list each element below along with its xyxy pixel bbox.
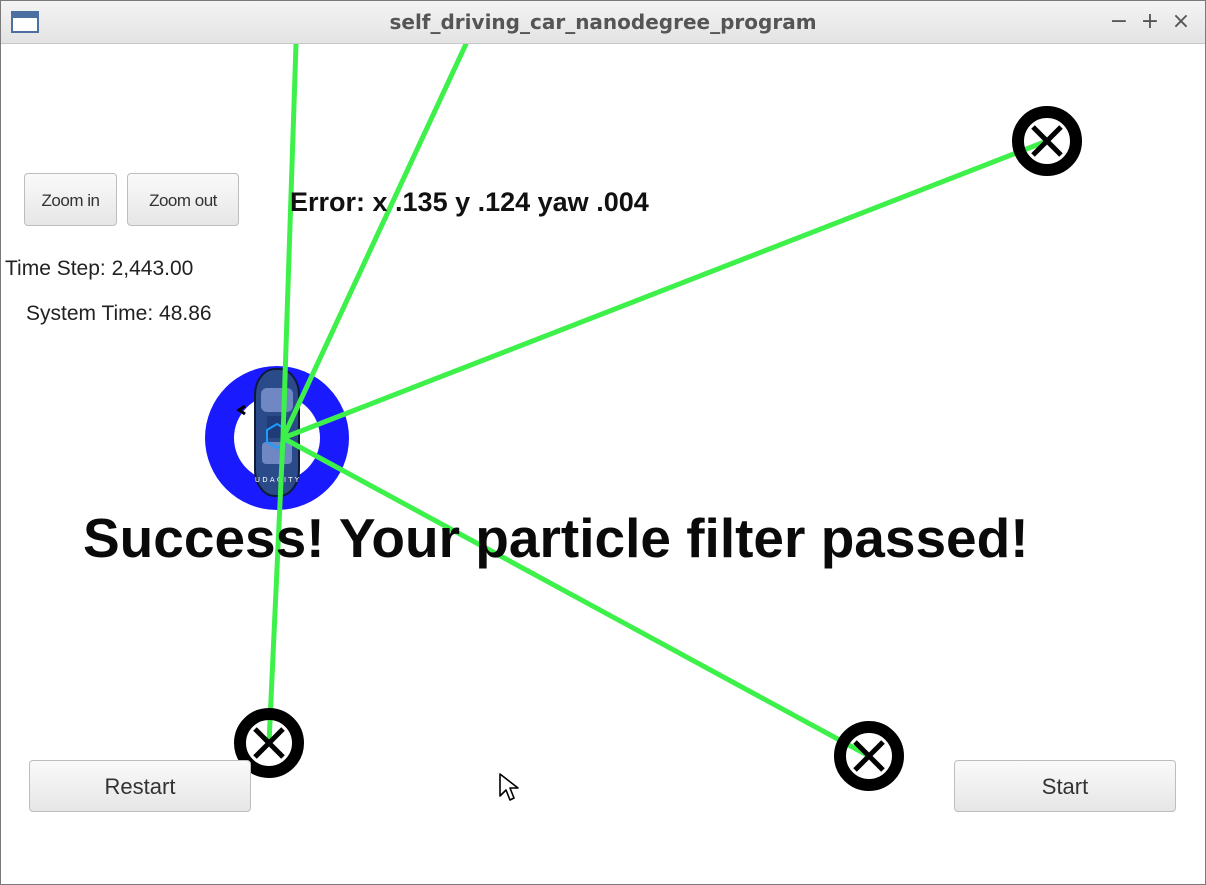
success-message: Success! Your particle filter passed!	[83, 507, 1029, 569]
start-button[interactable]: Start	[954, 760, 1176, 812]
map-view: U D A C I T Y	[205, 44, 1082, 791]
mouse-pointer-icon	[499, 773, 519, 801]
zoom-out-button[interactable]: Zoom out	[127, 173, 239, 226]
app-window: self_driving_car_nanodegree_program − + …	[0, 0, 1206, 885]
simulator-canvas: U D A C I T Y Zoom in Zoom out Time Step…	[1, 44, 1205, 884]
svg-text:U D A C I T Y: U D A C I T Y	[255, 476, 300, 484]
time-step-label: Time Step: 2,443.00	[5, 257, 194, 280]
observation-lines	[266, 44, 1050, 759]
landmark-marker-icon	[834, 721, 904, 791]
restart-button[interactable]: Restart	[29, 760, 251, 812]
observation-line	[280, 435, 872, 759]
title-bar[interactable]: self_driving_car_nanodegree_program − + …	[1, 1, 1205, 44]
maximize-button[interactable]: +	[1138, 7, 1162, 37]
zoom-in-button[interactable]: Zoom in	[24, 173, 117, 226]
landmark-marker-icon	[1012, 106, 1082, 176]
window-title: self_driving_car_nanodegree_program	[389, 10, 817, 34]
system-time-label: System Time: 48.86	[26, 302, 212, 325]
error-readout: Error: x .135 y .124 yaw .004	[290, 187, 649, 217]
minimize-button[interactable]: −	[1107, 7, 1131, 37]
close-button[interactable]: ×	[1169, 7, 1193, 37]
